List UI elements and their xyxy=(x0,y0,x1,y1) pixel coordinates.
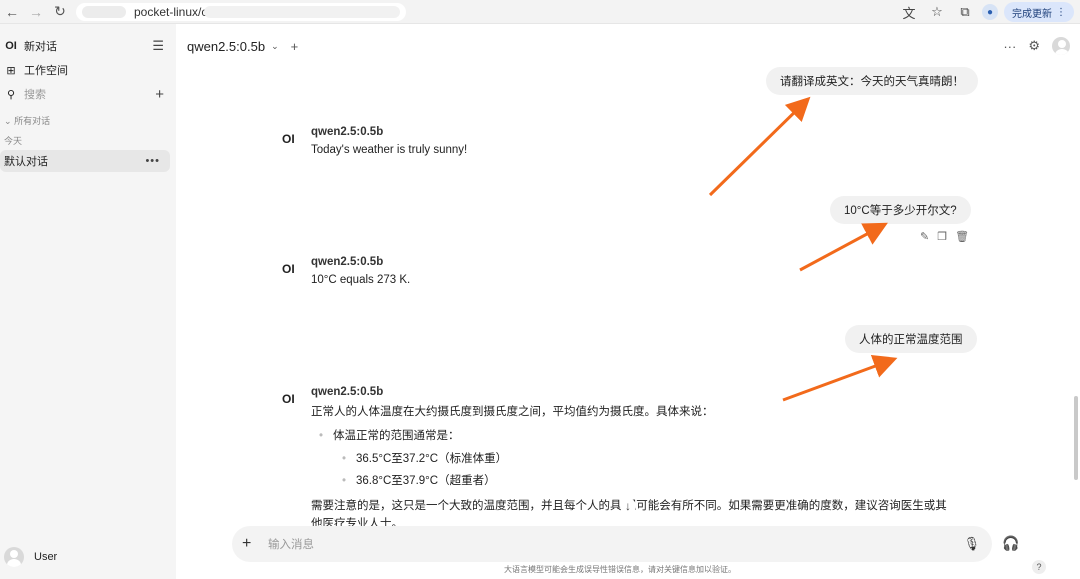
annotation-arrow xyxy=(782,354,898,402)
delete-icon[interactable]: 🗑 xyxy=(955,230,969,243)
browser-toolbar: ← → ↻ pocket-linux/c 文 ☆ ⧉ ● 完成更新 ⋮ xyxy=(0,0,1080,24)
assistant-name: qwen2.5:0.5b xyxy=(311,386,384,398)
assistant-paragraph: 正常人的人体温度在大约摄氏度到摄氏度之间，平均值约为摄氏度。具体来说： xyxy=(311,406,714,418)
model-selector[interactable]: qwen2.5:0.5b ⌄ + xyxy=(187,39,298,54)
chat-item[interactable]: 默认对话 ••• xyxy=(0,150,170,172)
avatar[interactable] xyxy=(1052,37,1070,55)
scrollbar[interactable] xyxy=(1074,396,1078,480)
model-logo-icon: OI xyxy=(282,392,295,406)
section-all-chats[interactable]: ⌄ 所有对话 xyxy=(4,114,50,127)
url-redaction xyxy=(82,6,126,18)
model-name: qwen2.5:0.5b xyxy=(187,39,266,54)
model-logo-icon: OI xyxy=(282,262,295,276)
attach-icon[interactable]: + xyxy=(242,535,251,553)
message-input[interactable]: + 输入消息 🎙 xyxy=(232,526,992,562)
kebab-icon: ⋮ xyxy=(1056,6,1066,18)
user-message: 人体的正常温度范围 xyxy=(845,325,977,353)
logo-icon: OI xyxy=(5,40,17,52)
edit-icon[interactable]: ✎ xyxy=(920,230,929,243)
assistant-long-text: 正常人的人体温度在大约摄氏度到摄氏度之间，平均值约为摄氏度。具体来说： 体温正常… xyxy=(311,403,991,533)
sidebar: OI 新对话 ☰ ⊞ 工作空间 ⚲ 搜索 + ⌄ 所有对话 今天 默认对话 ••… xyxy=(0,24,176,579)
user-message: 请翻译成英文：今天的天气真晴朗！ xyxy=(766,67,978,95)
settings-sliders-icon[interactable]: ⚙ xyxy=(1028,38,1040,54)
help-button[interactable]: ? xyxy=(1032,560,1046,574)
annotation-arrow xyxy=(799,222,888,272)
url-text: pocket-linux/c xyxy=(134,5,208,19)
workspace-button[interactable]: ⊞ 工作空间 xyxy=(0,62,176,78)
user-menu[interactable]: User xyxy=(4,547,57,567)
list-item: 36.8°C至37.9°C（超重者） xyxy=(311,472,991,491)
section-all-label: 所有对话 xyxy=(14,116,51,126)
user-name: User xyxy=(34,551,58,563)
search-icon: ⚲ xyxy=(6,88,16,101)
profile-icon[interactable]: ● xyxy=(982,4,998,20)
back-icon[interactable]: ← xyxy=(0,0,24,24)
copy-icon[interactable]: ❐ xyxy=(937,230,947,243)
search-placeholder: 搜索 xyxy=(24,89,46,101)
star-icon[interactable]: ☆ xyxy=(926,1,948,23)
new-chat-button[interactable]: OI 新对话 ☰ xyxy=(0,38,176,54)
chat-title: 默认对话 xyxy=(4,156,48,168)
disclaimer: 大语言模型可能会生成误导性错误信息，请对关键信息加以验证。 xyxy=(504,565,736,574)
bullet-list: 体温正常的范围通常是： 36.5°C至37.2°C（标准体重） 36.8°C至3… xyxy=(311,427,991,491)
sidebar-toggle-icon[interactable]: ☰ xyxy=(152,38,164,54)
avatar xyxy=(4,547,24,567)
chevron-down-icon: ⌄ xyxy=(271,41,279,51)
assistant-text: 10°C equals 273 K. xyxy=(311,274,411,286)
add-model-icon[interactable]: + xyxy=(291,39,299,54)
new-chat-label: 新对话 xyxy=(24,41,57,53)
assistant-text: Today's weather is truly sunny! xyxy=(311,144,468,156)
chat-header: qwen2.5:0.5b ⌄ + ··· ⚙ xyxy=(176,24,1080,68)
headset-icon[interactable]: 🎧 xyxy=(1002,535,1019,552)
scroll-down-icon[interactable]: ↓ xyxy=(620,498,636,514)
translate-icon[interactable]: 文 xyxy=(898,1,920,23)
more-icon[interactable]: ··· xyxy=(1003,39,1016,54)
url-redaction xyxy=(204,6,400,18)
workspace-icon: ⊞ xyxy=(6,64,16,77)
more-icon[interactable]: ••• xyxy=(145,155,160,167)
reload-icon[interactable]: ↻ xyxy=(48,0,72,24)
search-field[interactable]: ⚲ 搜索 + xyxy=(0,86,176,103)
update-label: 完成更新 xyxy=(1012,8,1052,20)
microphone-icon[interactable]: 🎙 xyxy=(963,536,980,552)
chevron-down-icon: ⌄ xyxy=(4,116,12,126)
workspace-label: 工作空间 xyxy=(24,65,68,77)
forward-icon[interactable]: → xyxy=(24,0,48,24)
section-today: 今天 xyxy=(4,136,23,146)
list-item: 36.5°C至37.2°C（标准体重） xyxy=(311,450,991,469)
user-message: 10°C等于多少开尔文? xyxy=(830,196,971,224)
update-button[interactable]: 完成更新 ⋮ xyxy=(1004,2,1074,22)
assistant-name: qwen2.5:0.5b xyxy=(311,126,384,138)
add-icon[interactable]: + xyxy=(155,86,164,103)
list-item: 体温正常的范围通常是： xyxy=(311,427,991,446)
input-placeholder: 输入消息 xyxy=(268,539,314,551)
annotation-arrow xyxy=(708,96,811,197)
address-bar[interactable]: pocket-linux/c xyxy=(76,3,406,21)
message-actions: ✎ ❐ 🗑 xyxy=(920,230,969,243)
model-logo-icon: OI xyxy=(282,132,295,146)
assistant-name: qwen2.5:0.5b xyxy=(311,256,384,268)
extensions-icon[interactable]: ⧉ xyxy=(954,1,976,23)
